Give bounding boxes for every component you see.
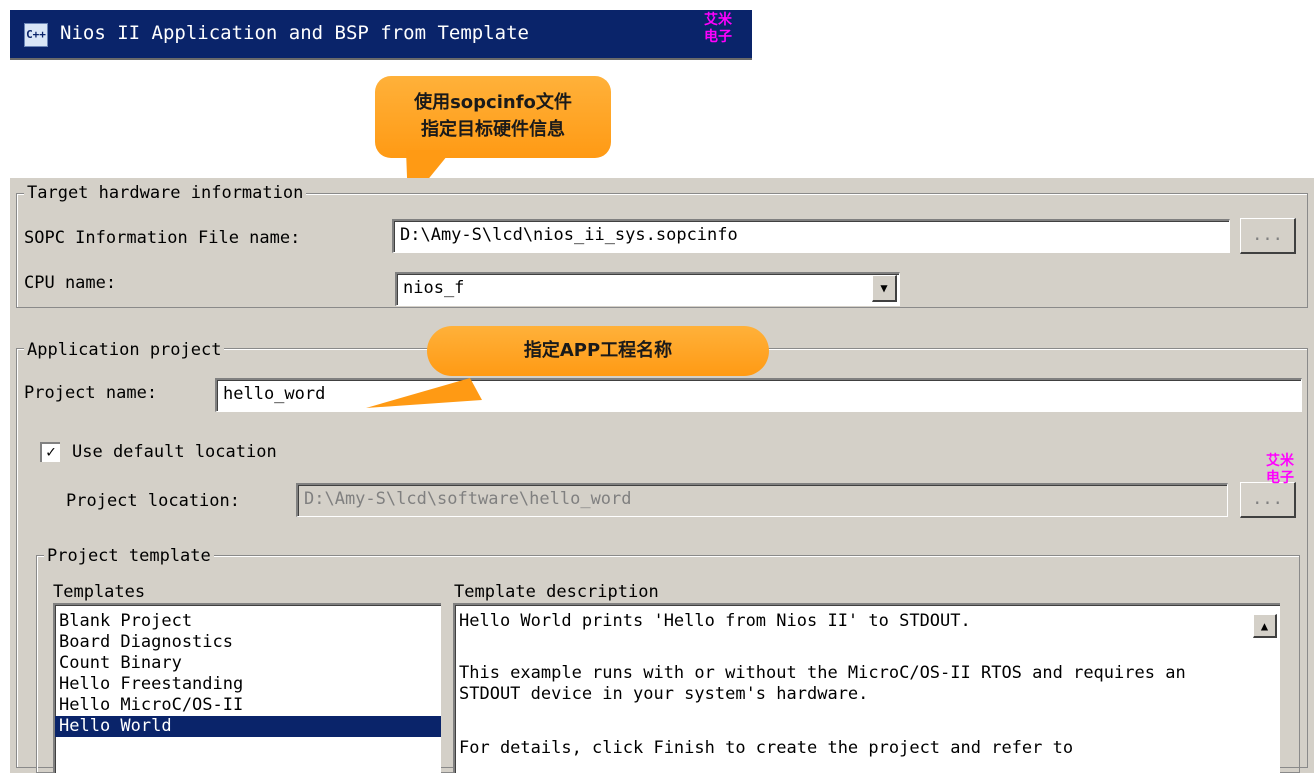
list-item[interactable]: Hello Freestanding — [55, 674, 441, 695]
chevron-down-icon[interactable]: ▼ — [872, 275, 897, 302]
description-paragraph-3: For details, click Finish to create the … — [459, 738, 1074, 758]
list-item[interactable]: Board Diagnostics — [55, 632, 441, 653]
list-item[interactable]: Count Binary — [55, 653, 441, 674]
sopc-browse-button[interactable]: ... — [1240, 218, 1296, 254]
description-paragraph-1: Hello World prints 'Hello from Nios II' … — [459, 611, 971, 631]
app-name-callout-pointer — [366, 378, 482, 408]
sopc-file-label: SOPC Information File name: — [24, 228, 301, 248]
list-item[interactable]: Blank Project — [55, 611, 441, 632]
sopcinfo-callout: 使用sopcinfo文件 指定目标硬件信息 — [375, 76, 611, 158]
cpu-name-label: CPU name: — [24, 273, 117, 293]
window-titlebar: C++ Nios II Application and BSP from Tem… — [10, 10, 752, 60]
scroll-up-icon[interactable]: ▲ — [1253, 614, 1277, 638]
watermark: 艾米 电子 — [704, 12, 732, 45]
sopc-file-field[interactable]: D:\Amy-S\lcd\nios_ii_sys.sopcinfo — [392, 219, 1230, 253]
project-name-label: Project name: — [24, 383, 158, 403]
template-description-box: Hello World prints 'Hello from Nios II' … — [453, 603, 1280, 773]
wizard-dialog: Target hardware information SOPC Informa… — [10, 178, 1314, 773]
cpu-name-value: nios_f — [403, 278, 465, 298]
project-location-field: D:\Amy-S\lcd\software\hello_word — [296, 483, 1228, 517]
use-default-location-label: Use default location — [72, 442, 277, 462]
app-icon: C++ — [24, 23, 48, 47]
templates-label: Templates — [53, 582, 146, 602]
template-description-label: Template description — [454, 582, 659, 602]
location-browse-button: ... — [1240, 482, 1296, 518]
application-project-legend: Application project — [24, 340, 225, 360]
app-name-callout: 指定APP工程名称 — [427, 326, 769, 376]
list-item[interactable]: Hello MicroC/OS-II — [55, 695, 441, 716]
window-title: Nios II Application and BSP from Templat… — [60, 22, 529, 44]
description-paragraph-2: This example runs with or without the Mi… — [459, 663, 1196, 704]
project-template-legend: Project template — [44, 546, 214, 566]
use-default-location-checkbox[interactable]: ✓ — [40, 442, 60, 462]
list-item-selected[interactable]: Hello World — [55, 716, 441, 737]
project-location-label: Project location: — [66, 491, 240, 511]
watermark: 艾米 电子 — [1266, 453, 1294, 486]
cpu-name-select[interactable]: nios_f — [395, 272, 900, 306]
target-hardware-legend: Target hardware information — [24, 183, 307, 203]
templates-list[interactable]: Blank Project Board Diagnostics Count Bi… — [53, 603, 441, 773]
